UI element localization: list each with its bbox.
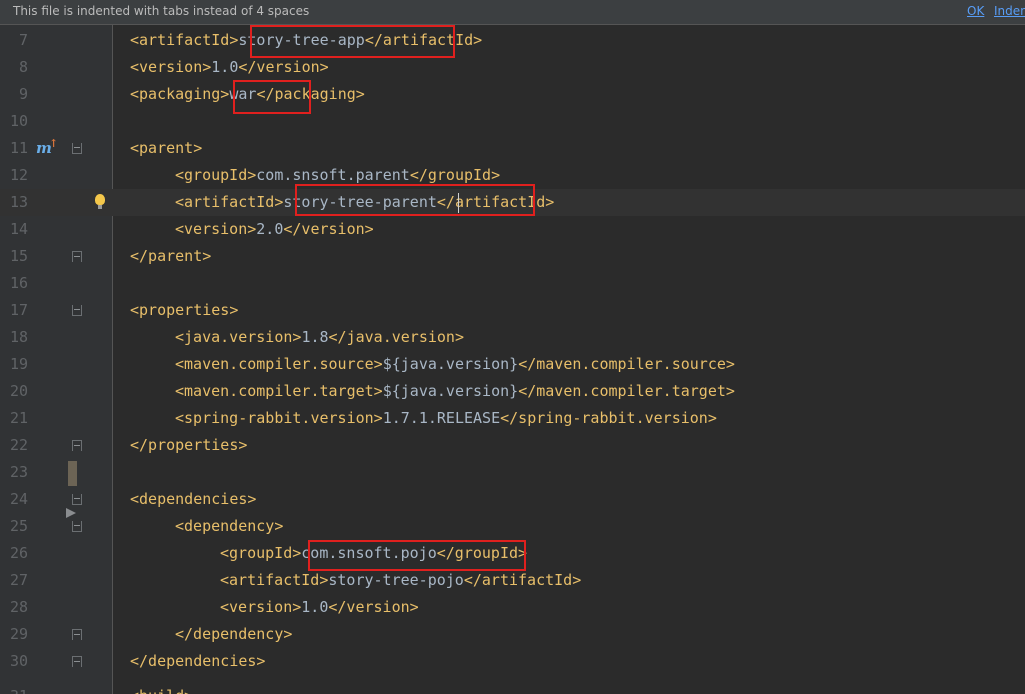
line-number: 21: [9, 409, 28, 427]
banner-message: This file is indented with tabs instead …: [13, 4, 310, 18]
code-line: 25 <dependency>: [0, 508, 1025, 540]
code-line: 24 <dependencies>: [0, 486, 1025, 513]
code-line: 11 m ↑ <parent>: [0, 135, 1025, 162]
fold-marker-icon[interactable]: [72, 494, 82, 505]
code-line: 14 <version>2.0</version>: [0, 216, 1025, 243]
line-number: 29: [9, 625, 28, 643]
code-line: 17 <properties>: [0, 297, 1025, 324]
fold-marker-icon[interactable]: [72, 629, 82, 640]
code-text: </dependency>: [175, 625, 293, 643]
code-text: </properties>: [130, 436, 248, 454]
line-number: 11: [9, 139, 28, 157]
line-number: 31: [0, 683, 28, 694]
line-number: 20: [9, 382, 28, 400]
line-number: 24: [9, 490, 28, 508]
code-line: 18 <java.version>1.8</java.version>: [0, 324, 1025, 351]
code-line: 27 <artifactId>story-tree-pojo</artifact…: [0, 567, 1025, 594]
fold-marker-icon[interactable]: [72, 521, 82, 532]
maven-implemented-icon[interactable]: m ↑: [36, 137, 58, 157]
code-text: <properties>: [130, 301, 239, 319]
code-line: 28 <version>1.0</version>: [0, 594, 1025, 621]
highlight-box-artifact-app: [250, 25, 455, 58]
fold-marker-icon[interactable]: [72, 143, 82, 154]
line-number: 12: [9, 166, 28, 184]
code-text: <version>1.0</version>: [130, 58, 329, 76]
code-line: 8 <version>1.0</version>: [0, 54, 1025, 81]
line-number: 28: [9, 598, 28, 616]
line-number: 13: [9, 193, 28, 211]
code-line: 16: [0, 270, 1025, 297]
code-text: <parent>: [130, 139, 203, 157]
line-number: 9: [18, 85, 28, 103]
code-text: <spring-rabbit.version>1.7.1.RELEASE</sp…: [175, 409, 717, 427]
lightbulb-icon[interactable]: [95, 194, 105, 209]
code-text: <maven.compiler.target>${java.version}</…: [175, 382, 735, 400]
code-line: 20 <maven.compiler.target>${java.version…: [0, 378, 1025, 405]
line-number: 15: [9, 247, 28, 265]
line-number: 30: [9, 652, 28, 670]
code-text: <build>: [130, 683, 193, 694]
line-number: 25: [9, 517, 28, 535]
code-text: </dependencies>: [130, 652, 266, 670]
code-text: <dependency>: [175, 517, 284, 535]
fold-marker-icon[interactable]: [72, 656, 82, 667]
fold-marker-icon[interactable]: [72, 440, 82, 451]
code-line: 22 </properties>: [0, 432, 1025, 459]
code-editor[interactable]: 7 <artifactId>story-tree-app</artifactId…: [0, 25, 1025, 694]
code-line: 30 </dependencies>: [0, 648, 1025, 675]
code-text: <maven.compiler.source>${java.version}</…: [175, 355, 735, 373]
code-text: <dependencies>: [130, 490, 257, 508]
line-number: 8: [18, 58, 28, 76]
line-number: 10: [9, 112, 28, 130]
line-number: 18: [9, 328, 28, 346]
banner-indent-link[interactable]: Inden: [994, 4, 1025, 18]
breakpoint-arrow-icon[interactable]: [66, 508, 76, 518]
code-text: <artifactId>story-tree-pojo</artifactId>: [220, 571, 582, 589]
fold-marker-icon[interactable]: [72, 251, 82, 262]
code-line: 19 <maven.compiler.source>${java.version…: [0, 351, 1025, 378]
line-number: 16: [9, 274, 28, 292]
code-line: 15 </parent>: [0, 243, 1025, 270]
line-number: 7: [18, 31, 28, 49]
code-line: 29 </dependency>: [0, 621, 1025, 648]
code-line: 7 <artifactId>story-tree-app</artifactId…: [0, 27, 1025, 54]
code-text: </parent>: [130, 247, 212, 265]
line-number: 19: [9, 355, 28, 373]
line-number: 26: [9, 544, 28, 562]
banner-ok-link[interactable]: OK: [967, 4, 984, 18]
highlight-box-groupid-pojo: [308, 540, 526, 571]
line-number: 14: [9, 220, 28, 238]
code-text: <version>1.0</version>: [220, 598, 419, 616]
code-line: 23: [0, 459, 1025, 486]
highlight-box-packaging: [233, 80, 311, 114]
change-marker[interactable]: [68, 461, 77, 486]
highlight-box-artifact-parent: [295, 184, 535, 216]
code-text: <java.version>1.8</java.version>: [175, 328, 464, 346]
line-number: 17: [9, 301, 28, 319]
code-line: 9 <packaging>war</packaging>: [0, 81, 1025, 108]
code-line: 10: [0, 108, 1025, 135]
line-number: 23: [9, 463, 28, 481]
line-number: 27: [9, 571, 28, 589]
line-number: 22: [9, 436, 28, 454]
notification-banner: This file is indented with tabs instead …: [0, 0, 1025, 25]
fold-marker-icon[interactable]: [72, 305, 82, 316]
code-line: 21 <spring-rabbit.version>1.7.1.RELEASE<…: [0, 405, 1025, 432]
code-text: <version>2.0</version>: [175, 220, 374, 238]
